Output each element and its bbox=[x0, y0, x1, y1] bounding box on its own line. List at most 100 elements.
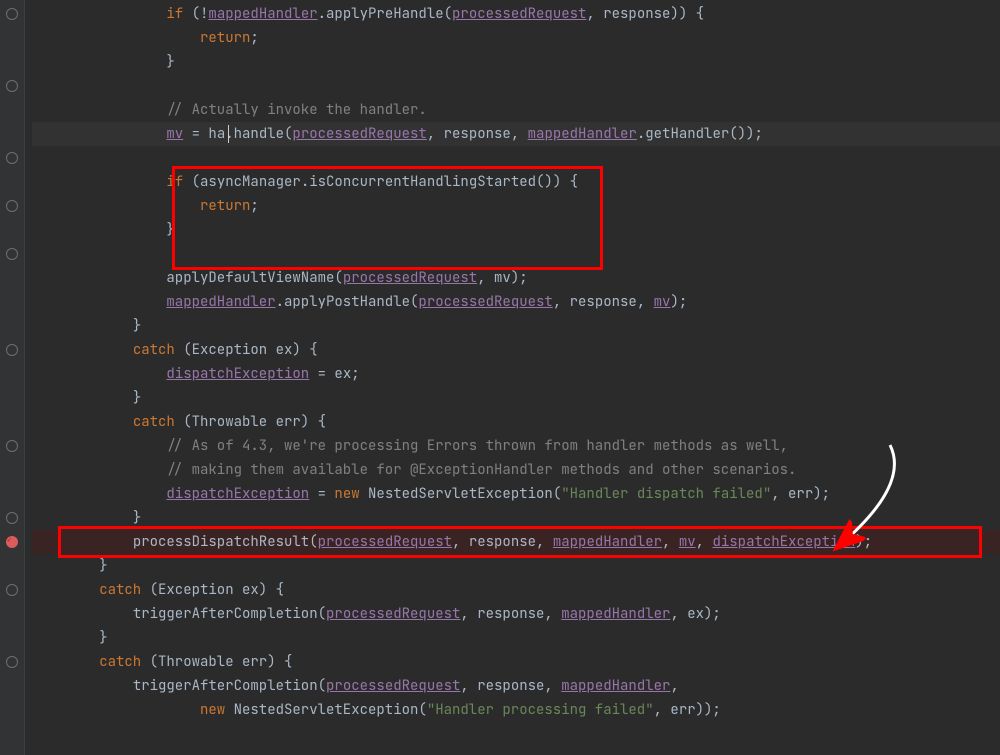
code-line[interactable]: catch (Throwable err) { bbox=[32, 650, 1000, 674]
token-var: mappedHandler bbox=[553, 533, 662, 551]
token-id: , bbox=[696, 533, 713, 551]
token-id: = bbox=[309, 485, 334, 503]
token-cm: // As of 4.3, we're processing Errors th… bbox=[166, 437, 788, 455]
token-id: NestedServletException( bbox=[360, 485, 562, 503]
token-id: , response, bbox=[427, 125, 528, 143]
gutter-fold-icon[interactable] bbox=[0, 242, 24, 266]
token-id: } bbox=[133, 389, 141, 407]
gutter-fold-icon[interactable] bbox=[0, 194, 24, 218]
token-id: (Throwable err) { bbox=[175, 413, 326, 431]
token-kw: catch bbox=[133, 413, 175, 431]
code-line[interactable]: mappedHandler.applyPostHandle(processedR… bbox=[32, 290, 1000, 314]
gutter-fold-icon[interactable] bbox=[0, 2, 24, 26]
code-line[interactable] bbox=[32, 242, 1000, 266]
token-var: mv bbox=[654, 293, 671, 311]
token-var: mappedHandler bbox=[561, 677, 670, 695]
token-cm: // Actually invoke the handler. bbox=[166, 101, 426, 119]
gutter-fold-icon[interactable] bbox=[0, 74, 24, 98]
gutter-fold-icon[interactable] bbox=[0, 338, 24, 362]
token-id: , err)); bbox=[654, 701, 721, 719]
code-line[interactable]: processDispatchResult(processedRequest, … bbox=[32, 530, 1000, 554]
code-editor[interactable]: if (!mappedHandler.applyPreHandle(proces… bbox=[0, 0, 1000, 755]
token-id: , bbox=[662, 533, 679, 551]
token-kw: return bbox=[200, 29, 250, 47]
code-area[interactable]: if (!mappedHandler.applyPreHandle(proces… bbox=[24, 0, 1000, 755]
code-line[interactable]: } bbox=[32, 554, 1000, 578]
token-id: , response, bbox=[460, 677, 561, 695]
token-id: , ex); bbox=[670, 605, 720, 623]
code-line[interactable]: } bbox=[32, 626, 1000, 650]
token-id: } bbox=[166, 53, 174, 71]
token-id: ; bbox=[250, 29, 258, 47]
code-line[interactable]: } bbox=[32, 314, 1000, 338]
token-paren: (! bbox=[183, 5, 208, 23]
breakpoint-icon[interactable] bbox=[6, 536, 18, 548]
gutter-fold-icon[interactable] bbox=[0, 650, 24, 674]
code-line[interactable]: // Actually invoke the handler. bbox=[32, 98, 1000, 122]
code-line[interactable] bbox=[32, 146, 1000, 170]
token-str: "Handler processing failed" bbox=[427, 701, 654, 719]
token-id: (asyncManager.isConcurrentHandlingStarte… bbox=[183, 173, 578, 191]
code-line[interactable]: catch (Exception ex) { bbox=[32, 338, 1000, 362]
code-line[interactable]: if (!mappedHandler.applyPreHandle(proces… bbox=[32, 2, 1000, 26]
token-id: , response)) { bbox=[586, 5, 704, 23]
token-id: } bbox=[99, 629, 107, 647]
code-line[interactable]: } bbox=[32, 506, 1000, 530]
token-kw: new bbox=[200, 701, 225, 719]
token-var: processedRequest bbox=[326, 677, 460, 695]
code-line[interactable]: dispatchException = new NestedServletExc… bbox=[32, 482, 1000, 506]
token-var: processedRequest bbox=[292, 125, 426, 143]
token-var: processedRequest bbox=[452, 5, 586, 23]
token-kw: if bbox=[166, 173, 183, 191]
token-id: applyDefaultViewName( bbox=[166, 269, 342, 287]
gutter-fold-icon[interactable] bbox=[0, 146, 24, 170]
token-var: mv bbox=[166, 125, 183, 143]
code-line[interactable]: // making them available for @ExceptionH… bbox=[32, 458, 1000, 482]
code-line[interactable]: triggerAfterCompletion(processedRequest,… bbox=[32, 674, 1000, 698]
token-kw: new bbox=[334, 485, 359, 503]
token-id: .applyPreHandle( bbox=[318, 5, 452, 23]
token-id: , mv); bbox=[477, 269, 527, 287]
token-id: triggerAfterCompletion( bbox=[133, 677, 326, 695]
token-id: (Exception ex) { bbox=[141, 581, 284, 599]
token-kw: catch bbox=[133, 341, 175, 359]
token-kw: return bbox=[200, 197, 250, 215]
token-id: } bbox=[133, 509, 141, 527]
token-kw: if bbox=[166, 5, 183, 23]
code-line[interactable]: return; bbox=[32, 26, 1000, 50]
editor-gutter[interactable] bbox=[0, 0, 25, 755]
code-line[interactable]: mv = ha.handle(processedRequest, respons… bbox=[32, 122, 1000, 146]
code-line[interactable]: dispatchException = ex; bbox=[32, 362, 1000, 386]
code-line[interactable]: return; bbox=[32, 194, 1000, 218]
gutter-fold-icon[interactable] bbox=[0, 506, 24, 530]
token-id: } bbox=[166, 221, 174, 239]
code-line[interactable]: new NestedServletException("Handler proc… bbox=[32, 698, 1000, 722]
gutter-fold-icon[interactable] bbox=[0, 434, 24, 458]
code-line[interactable]: catch (Exception ex) { bbox=[32, 578, 1000, 602]
code-line[interactable]: catch (Throwable err) { bbox=[32, 410, 1000, 434]
token-kw: catch bbox=[99, 581, 141, 599]
code-line[interactable]: } bbox=[32, 50, 1000, 74]
gutter-breakpoint[interactable] bbox=[0, 530, 24, 554]
token-id: ); bbox=[670, 293, 687, 311]
token-var: dispatchException bbox=[166, 485, 309, 503]
token-id: (Exception ex) { bbox=[175, 341, 318, 359]
token-kw: catch bbox=[99, 653, 141, 671]
text-caret bbox=[228, 125, 229, 143]
token-var: mappedHandler bbox=[208, 5, 317, 23]
token-id: , response, bbox=[452, 533, 553, 551]
code-line[interactable]: // As of 4.3, we're processing Errors th… bbox=[32, 434, 1000, 458]
token-id: triggerAfterCompletion( bbox=[133, 605, 326, 623]
code-line[interactable]: applyDefaultViewName(processedRequest, m… bbox=[32, 266, 1000, 290]
token-id: ; bbox=[250, 197, 258, 215]
code-line[interactable]: } bbox=[32, 218, 1000, 242]
token-id: , response, bbox=[460, 605, 561, 623]
gutter-fold-icon[interactable] bbox=[0, 578, 24, 602]
code-line[interactable]: triggerAfterCompletion(processedRequest,… bbox=[32, 602, 1000, 626]
token-var: processedRequest bbox=[418, 293, 552, 311]
code-line[interactable]: } bbox=[32, 386, 1000, 410]
token-id: = ex; bbox=[309, 365, 359, 383]
token-var: processedRequest bbox=[326, 605, 460, 623]
code-line[interactable]: if (asyncManager.isConcurrentHandlingSta… bbox=[32, 170, 1000, 194]
code-line[interactable] bbox=[32, 74, 1000, 98]
